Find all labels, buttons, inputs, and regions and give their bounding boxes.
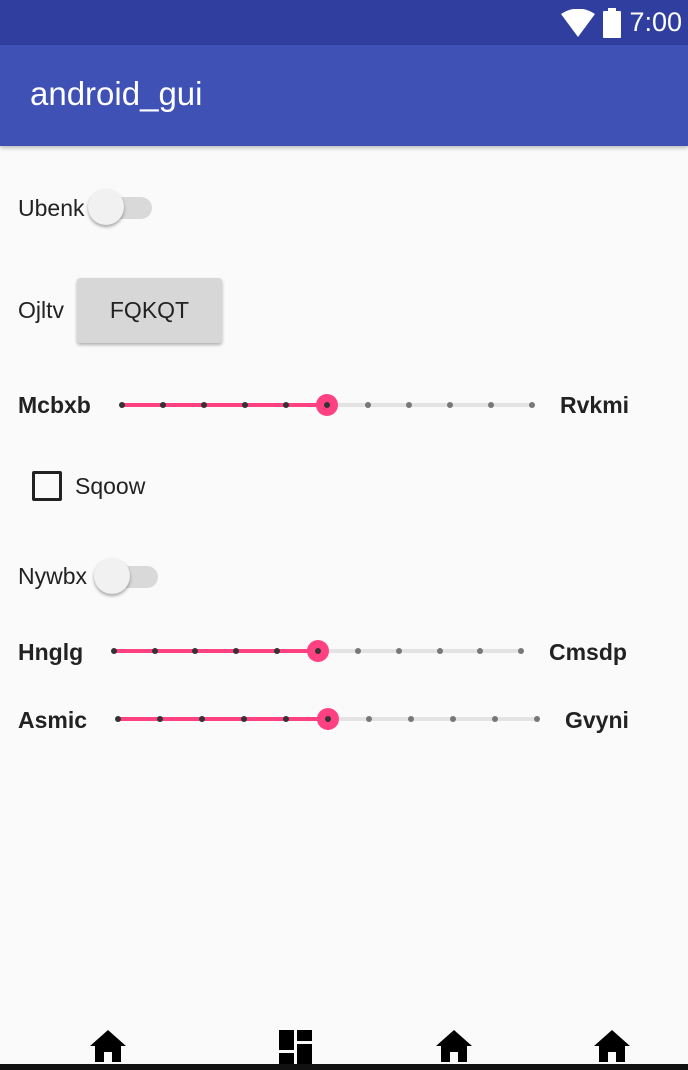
seekbar-tick [111, 648, 117, 654]
switch-thumb [94, 558, 130, 594]
seekbar-tick [201, 402, 207, 408]
slider3-right-label: Gvyni [565, 707, 629, 733]
seekbar-tick [477, 648, 484, 654]
status-time: 7:00 [629, 7, 682, 37]
bottom-nav [0, 1020, 688, 1070]
battery-icon [603, 7, 622, 38]
seekbar-thumb[interactable] [306, 640, 329, 662]
seekbar-tick [242, 402, 248, 408]
app-bar: android_gui [0, 45, 688, 146]
seekbar-tick [450, 716, 457, 722]
home-icon [90, 1030, 126, 1062]
seekbar-tick [192, 648, 199, 654]
seekbar-tick [408, 716, 415, 722]
seekbar-asmic[interactable] [115, 704, 540, 734]
fqkqt-button[interactable]: FQKQT [77, 278, 222, 343]
switch-thumb [88, 189, 124, 225]
dashboard-icon [279, 1030, 312, 1064]
seekbar-tick [273, 648, 280, 654]
seekbar-tick [198, 716, 205, 722]
seekbar-progress [118, 717, 328, 721]
seekbar-tick [529, 402, 535, 408]
seekbar-hnglg[interactable] [111, 636, 524, 666]
seekbar-tick [355, 648, 362, 654]
seekbar-tick [395, 648, 402, 654]
seekbar-tick [436, 648, 443, 654]
seekbar-tick [366, 716, 373, 722]
seekbar-tick [151, 648, 158, 654]
nav-home-button-3[interactable] [592, 1028, 632, 1064]
seekbar-mcbxb[interactable] [119, 390, 535, 420]
seekbar-tick [447, 402, 453, 408]
nav-home-button-2[interactable] [434, 1028, 474, 1064]
seekbar-tick [534, 716, 540, 722]
button-row-label: Ojltv [18, 297, 64, 323]
seekbar-tick [518, 648, 524, 654]
seekbar-tick [160, 402, 166, 408]
seekbar-tick [283, 402, 289, 408]
home-icon [436, 1030, 472, 1062]
checkbox-label: Sqoow [75, 473, 146, 499]
seekbar-thumb[interactable] [316, 394, 338, 416]
switch-label-nywbx: Nywbx [18, 563, 88, 589]
switch-label-ubenk: Ubenk [18, 195, 85, 221]
seekbar-tick [156, 716, 163, 722]
seekbar-tick [406, 402, 412, 408]
nav-dashboard-button[interactable] [276, 1028, 316, 1064]
seekbar-thumb[interactable] [316, 708, 339, 730]
seekbar-tick [488, 402, 494, 408]
app-title: android_gui [30, 75, 203, 112]
seekbar-tick [365, 402, 371, 408]
checkbox-sqoow[interactable] [32, 471, 62, 501]
seekbar-tick [119, 402, 125, 408]
toggle-switch-ubenk[interactable] [88, 187, 152, 227]
slider1-right-label: Rvkmi [560, 392, 630, 418]
status-bar: 7:00 [0, 0, 688, 45]
slider2-right-label: Cmsdp [549, 639, 627, 665]
toggle-switch-nywbx[interactable] [94, 556, 158, 596]
nav-home-button-1[interactable] [88, 1028, 128, 1064]
slider1-left-label: Mcbxb [18, 392, 91, 418]
slider3-left-label: Asmic [18, 707, 88, 733]
seekbar-progress [122, 403, 327, 407]
seekbar-tick [115, 716, 121, 722]
wifi-icon [561, 8, 596, 37]
seekbar-tick [233, 648, 240, 654]
status-icons: 7:00 [561, 0, 682, 45]
slider2-left-label: Hnglg [18, 639, 84, 665]
seekbar-tick [240, 716, 247, 722]
seekbar-tick [492, 716, 499, 722]
home-icon [594, 1030, 630, 1062]
seekbar-tick [282, 716, 289, 722]
seekbar-progress [114, 649, 318, 653]
bottom-divider [0, 1064, 688, 1070]
